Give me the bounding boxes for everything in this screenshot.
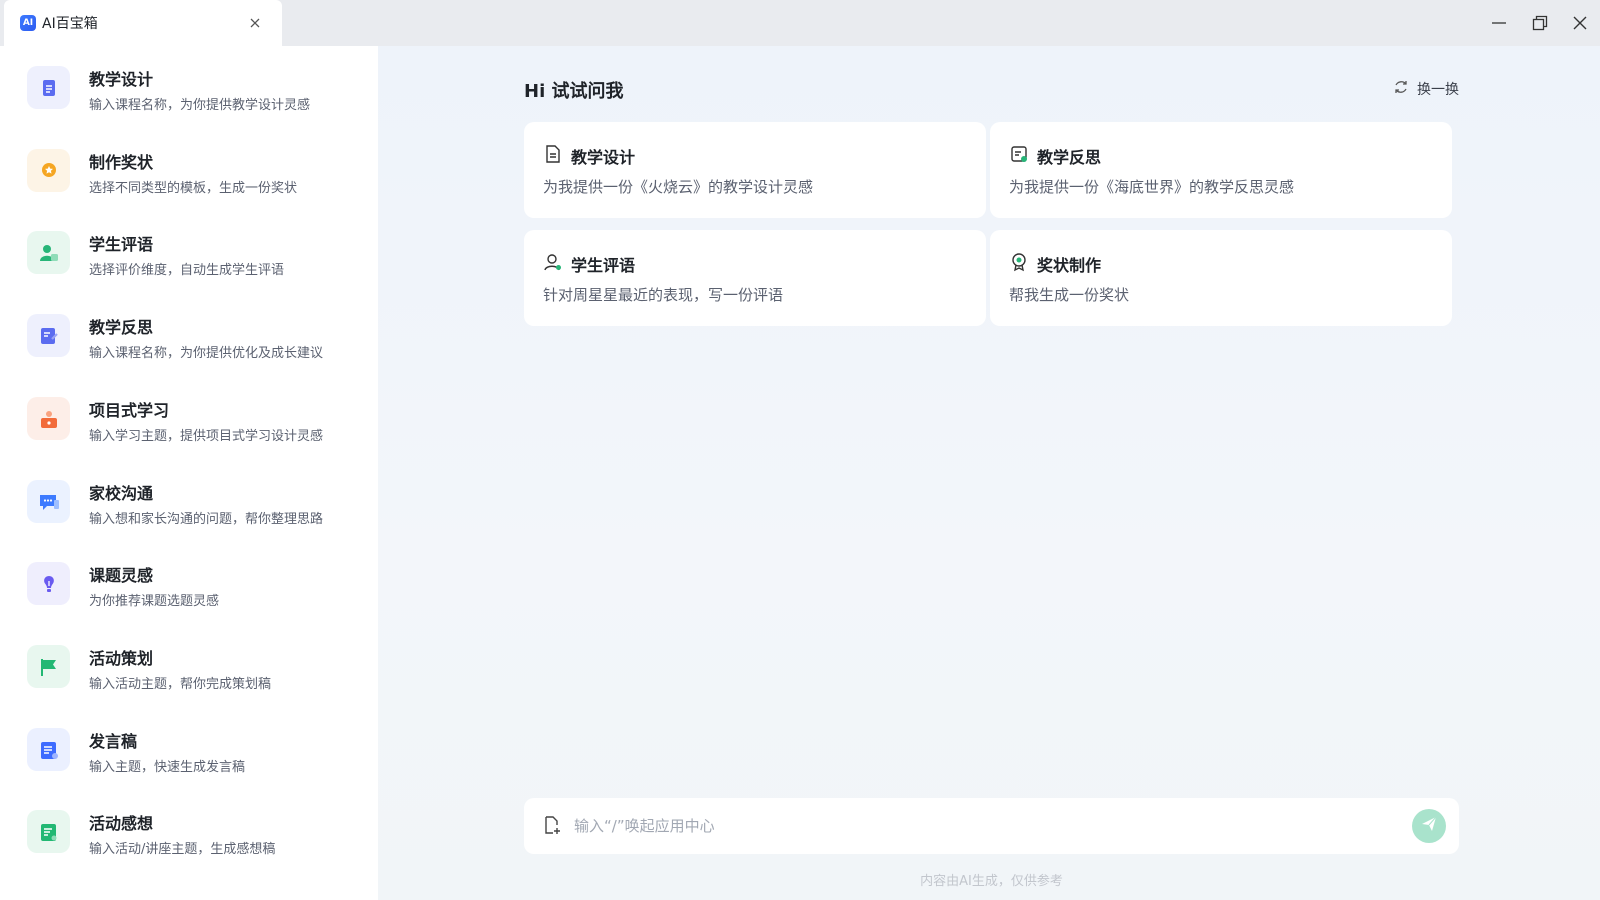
sidebar-item[interactable]: 发言稿输入主题，快速生成发言稿 [0, 708, 378, 792]
minimize-icon[interactable] [1486, 10, 1512, 36]
lightbulb-icon [27, 562, 70, 605]
send-icon [1421, 816, 1437, 836]
sidebar-item[interactable]: 家校沟通输入想和家长沟通的问题，帮你整理思路 [0, 460, 378, 544]
document-icon [543, 144, 563, 164]
card-title: 学生评语 [571, 256, 636, 275]
main-content: Hi 试试问我 换一换 教学设计 为我提供一份《火烧云》的教学设计灵感 教学反思… [378, 46, 1600, 900]
sidebar-item[interactable]: 学生评语选择评价维度，自动生成学生评语 [0, 211, 378, 295]
sidebar-item-title: 教学反思 [89, 318, 154, 337]
sidebar-item-desc: 输入活动主题，帮你完成策划稿 [89, 677, 272, 692]
award-icon [27, 149, 70, 192]
sidebar-item-title: 教学设计 [89, 70, 154, 89]
card-title: 奖状制作 [1037, 256, 1102, 275]
card-title: 教学设计 [571, 148, 636, 167]
sidebar-item-desc: 输入活动/讲座主题，生成感想稿 [89, 842, 276, 857]
reflection-icon [1009, 144, 1029, 164]
sidebar-item[interactable]: 活动策划输入活动主题，帮你完成策划稿 [0, 625, 378, 709]
app-tab[interactable]: AI AI百宝箱 [4, 0, 282, 46]
sidebar-item-title: 家校沟通 [89, 484, 154, 503]
sidebar-item-desc: 输入想和家长沟通的问题，帮你整理思路 [89, 512, 324, 527]
tab-title: AI百宝箱 [42, 16, 98, 32]
refresh-icon [1393, 79, 1409, 99]
refresh-button[interactable]: 换一换 [1393, 78, 1459, 100]
notes-icon [27, 810, 70, 853]
sidebar-item-desc: 输入课程名称，为你提供优化及成长建议 [89, 346, 324, 361]
sidebar-item-desc: 输入课程名称，为你提供教学设计灵感 [89, 98, 311, 113]
sidebar-item[interactable]: 教学设计输入课程名称，为你提供教学设计灵感 [0, 46, 378, 130]
sidebar-item-desc: 选择不同类型的模板，生成一份奖状 [89, 181, 298, 196]
chat-input-bar [524, 798, 1459, 854]
greeting-title: Hi 试试问我 [524, 81, 624, 102]
sidebar-item-desc: 输入主题，快速生成发言稿 [89, 760, 246, 775]
sidebar-item[interactable]: 活动感想输入活动/讲座主题，生成感想稿 [0, 790, 378, 874]
card-desc: 帮我生成一份奖状 [1009, 286, 1130, 304]
flag-icon [27, 645, 70, 688]
card-desc: 为我提供一份《火烧云》的教学设计灵感 [543, 178, 814, 196]
speech-icon [27, 728, 70, 771]
sidebar-item-title: 学生评语 [89, 235, 154, 254]
sidebar-item-title: 课题灵感 [89, 566, 154, 585]
project-icon [27, 397, 70, 440]
send-button[interactable] [1412, 809, 1446, 843]
sidebar-item[interactable]: 教学反思输入课程名称，为你提供优化及成长建议 [0, 294, 378, 378]
sidebar-item-desc: 选择评价维度，自动生成学生评语 [89, 263, 285, 278]
sidebar-item[interactable]: 制作奖状选择不同类型的模板，生成一份奖状 [0, 129, 378, 213]
tab-close-icon[interactable] [246, 14, 264, 32]
sidebar: 教学设计输入课程名称，为你提供教学设计灵感制作奖状选择不同类型的模板，生成一份奖… [0, 46, 378, 900]
close-window-icon[interactable] [1567, 10, 1593, 36]
sidebar-item-title: 制作奖状 [89, 153, 154, 172]
reflection-icon [27, 314, 70, 357]
sidebar-item-title: 项目式学习 [89, 401, 170, 420]
restore-icon[interactable] [1527, 10, 1553, 36]
attach-file-icon[interactable] [542, 815, 564, 837]
sidebar-item-title: 发言稿 [89, 732, 138, 751]
sidebar-item[interactable]: 项目式学习输入学习主题，提供项目式学习设计灵感 [0, 377, 378, 461]
suggestion-card-award[interactable]: 奖状制作 帮我生成一份奖状 [990, 230, 1452, 326]
title-bar: AI AI百宝箱 [0, 0, 1600, 46]
suggestion-card-student-comment[interactable]: 学生评语 针对周星星最近的表现，写一份评语 [524, 230, 986, 326]
student-icon [27, 231, 70, 274]
sidebar-item[interactable]: 课题灵感为你推荐课题选题灵感 [0, 542, 378, 626]
chat-input[interactable] [574, 808, 1384, 844]
refresh-label: 换一换 [1417, 82, 1459, 98]
suggestion-card-teaching-reflection[interactable]: 教学反思 为我提供一份《海底世界》的教学反思灵感 [990, 122, 1452, 218]
suggestion-card-teaching-design[interactable]: 教学设计 为我提供一份《火烧云》的教学设计灵感 [524, 122, 986, 218]
app-logo-icon: AI [20, 15, 36, 31]
card-desc: 为我提供一份《海底世界》的教学反思灵感 [1009, 178, 1295, 196]
chat-bubble-icon [27, 480, 70, 523]
award-icon [1009, 252, 1029, 272]
card-title: 教学反思 [1037, 148, 1102, 167]
sidebar-item-title: 活动策划 [89, 649, 154, 668]
ai-disclaimer: 内容由AI生成，仅供参考 [920, 874, 1063, 889]
document-icon [27, 66, 70, 109]
card-desc: 针对周星星最近的表现，写一份评语 [543, 286, 784, 304]
sidebar-item-title: 活动感想 [89, 814, 154, 833]
sidebar-item-desc: 为你推荐课题选题灵感 [89, 594, 220, 609]
sidebar-item-desc: 输入学习主题，提供项目式学习设计灵感 [89, 429, 324, 444]
student-icon [543, 252, 563, 272]
